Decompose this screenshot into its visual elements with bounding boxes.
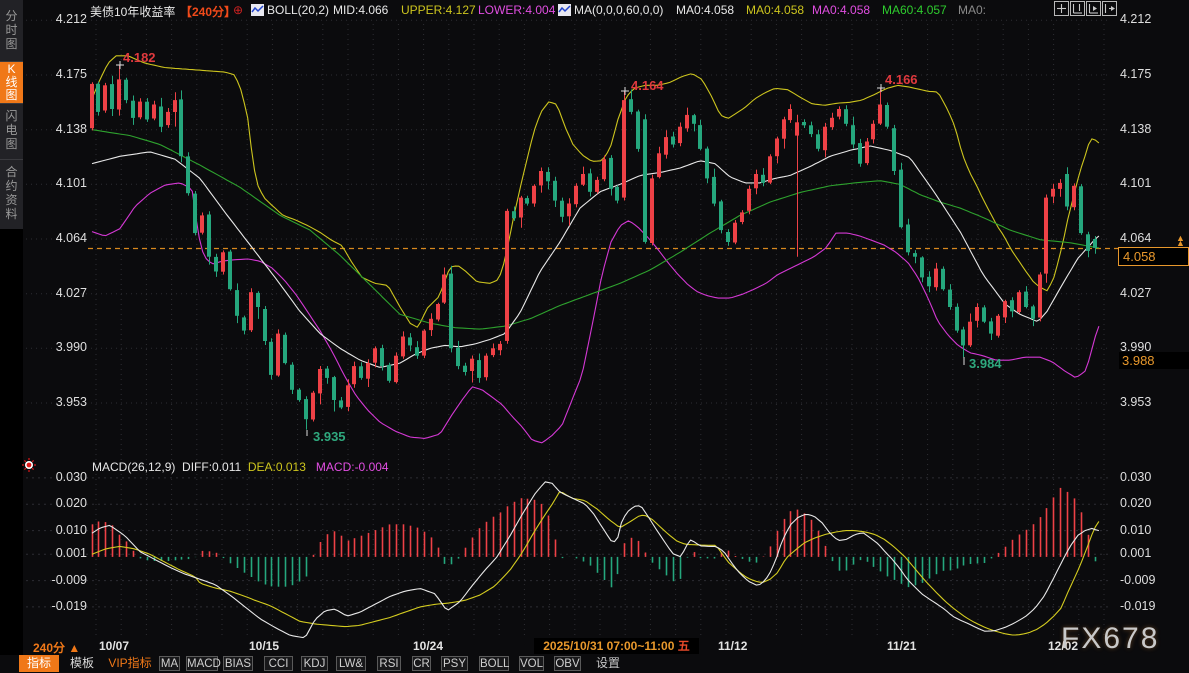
- svg-text:4.182: 4.182: [123, 50, 156, 65]
- svg-text:3.935: 3.935: [313, 429, 346, 444]
- svg-text:4.166: 4.166: [885, 72, 918, 87]
- svg-text:3.984: 3.984: [969, 356, 1002, 371]
- svg-text:4.164: 4.164: [631, 78, 664, 93]
